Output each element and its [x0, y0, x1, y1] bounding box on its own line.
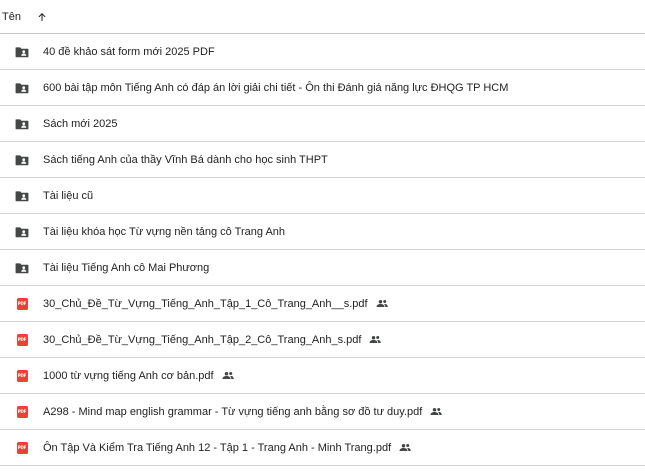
- file-row[interactable]: PDF Ôn Tập Và Kiểm Tra Tiếng Anh 12 - Tập…: [0, 430, 645, 466]
- item-name: Tài liệu Tiếng Anh cô Mai Phương: [43, 261, 210, 274]
- item-name: 40 đề khảo sát form mới 2025 PDF: [43, 45, 215, 58]
- folder-row[interactable]: Tài liệu cũ: [0, 178, 645, 214]
- shared-folder-icon: [15, 81, 29, 95]
- pdf-badge: PDF: [16, 333, 28, 346]
- shared-people-icon: [376, 298, 388, 310]
- file-list: 40 đề khảo sát form mới 2025 PDF 600 bài…: [0, 34, 645, 466]
- shared-people-icon: [399, 442, 411, 454]
- item-name: 30_Chủ_Đề_Từ_Vựng_Tiếng_Anh_Tập_1_Cô_Tra…: [43, 297, 368, 310]
- pdf-file-icon: PDF: [15, 405, 29, 419]
- item-name: Sách mới 2025: [43, 117, 118, 130]
- arrow-up-icon[interactable]: [34, 9, 50, 25]
- folder-row[interactable]: Sách mới 2025: [0, 106, 645, 142]
- item-name: Ôn Tập Và Kiểm Tra Tiếng Anh 12 - Tập 1 …: [43, 441, 392, 454]
- pdf-badge: PDF: [16, 405, 28, 418]
- file-row[interactable]: PDF 30_Chủ_Đề_Từ_Vựng_Tiếng_Anh_Tập_1_Cô_…: [0, 286, 645, 322]
- folder-row[interactable]: Sách tiếng Anh của thầy Vĩnh Bá dành cho…: [0, 142, 645, 178]
- pdf-badge: PDF: [16, 441, 28, 454]
- shared-people-icon: [369, 334, 382, 346]
- item-name: 30_Chủ_Đề_Từ_Vựng_Tiếng_Anh_Tập_2_Cô_Tra…: [43, 333, 362, 346]
- pdf-file-icon: PDF: [15, 441, 29, 455]
- pdf-file-icon: PDF: [15, 297, 29, 311]
- item-name: Tài liệu khóa học Từ vựng nền tảng cô Tr…: [43, 225, 286, 238]
- shared-folder-icon: [15, 153, 29, 167]
- shared-people-icon: [430, 406, 443, 418]
- item-name: A298 - Mind map english grammar - Từ vựn…: [43, 405, 423, 418]
- pdf-file-icon: PDF: [15, 369, 29, 383]
- shared-folder-icon: [15, 261, 29, 275]
- list-header: Tên: [0, 0, 645, 34]
- file-row[interactable]: PDF 30_Chủ_Đề_Từ_Vựng_Tiếng_Anh_Tập_2_Cô_…: [0, 322, 645, 358]
- name-column-header[interactable]: Tên: [2, 11, 21, 23]
- item-name: Sách tiếng Anh của thầy Vĩnh Bá dành cho…: [43, 153, 328, 166]
- item-name: Tài liệu cũ: [43, 189, 94, 202]
- file-row[interactable]: PDF 1000 từ vựng tiếng Anh cơ bản.pdf: [0, 358, 645, 394]
- shared-folder-icon: [15, 117, 29, 131]
- file-row[interactable]: PDF A298 - Mind map english grammar - Từ …: [0, 394, 645, 430]
- folder-row[interactable]: 600 bài tập môn Tiếng Anh có đáp án lời …: [0, 70, 645, 106]
- pdf-file-icon: PDF: [15, 333, 29, 347]
- pdf-badge: PDF: [16, 369, 28, 382]
- shared-people-icon: [222, 370, 234, 382]
- folder-row[interactable]: 40 đề khảo sát form mới 2025 PDF: [0, 34, 645, 70]
- shared-folder-icon: [15, 225, 29, 239]
- item-name: 600 bài tập môn Tiếng Anh có đáp án lời …: [43, 81, 509, 94]
- item-name: 1000 từ vựng tiếng Anh cơ bản.pdf: [43, 369, 214, 382]
- shared-folder-icon: [15, 189, 29, 203]
- pdf-badge: PDF: [16, 297, 28, 310]
- folder-row[interactable]: Tài liệu khóa học Từ vựng nền tảng cô Tr…: [0, 214, 645, 250]
- shared-folder-icon: [15, 45, 29, 59]
- folder-row[interactable]: Tài liệu Tiếng Anh cô Mai Phương: [0, 250, 645, 286]
